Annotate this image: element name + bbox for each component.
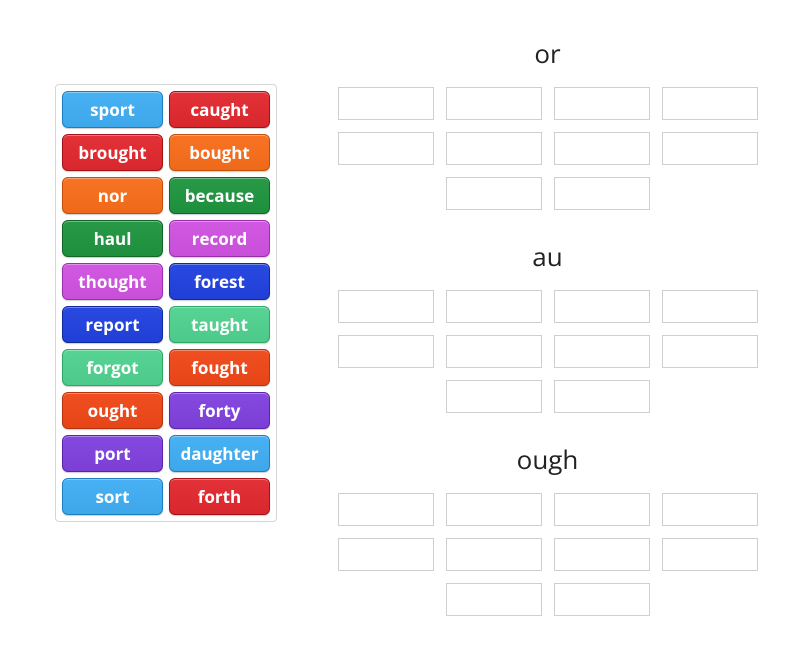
- word-tile[interactable]: forest: [169, 263, 270, 300]
- drop-slot[interactable]: [554, 493, 650, 526]
- drop-slot[interactable]: [446, 493, 542, 526]
- drop-slot[interactable]: [554, 290, 650, 323]
- drop-slot[interactable]: [662, 132, 758, 165]
- drop-slot[interactable]: [554, 380, 650, 413]
- word-bank: sportcaughtbroughtboughtnorbecausehaulre…: [55, 84, 277, 522]
- word-tile[interactable]: because: [169, 177, 270, 214]
- drop-slot[interactable]: [554, 132, 650, 165]
- categories-area: or au ough: [315, 30, 780, 634]
- drop-slot[interactable]: [554, 177, 650, 210]
- drop-grid: [315, 290, 780, 413]
- drop-slot[interactable]: [338, 493, 434, 526]
- drop-slot[interactable]: [662, 538, 758, 571]
- word-tile[interactable]: nor: [62, 177, 163, 214]
- drop-slot[interactable]: [338, 132, 434, 165]
- word-tile[interactable]: forth: [169, 478, 270, 515]
- word-tile[interactable]: bought: [169, 134, 270, 171]
- word-tile[interactable]: sort: [62, 478, 163, 515]
- word-tile[interactable]: forgot: [62, 349, 163, 386]
- drop-slot[interactable]: [446, 380, 542, 413]
- category-title: ough: [315, 441, 780, 477]
- word-tile[interactable]: report: [62, 306, 163, 343]
- word-tile[interactable]: ought: [62, 392, 163, 429]
- word-tile[interactable]: daughter: [169, 435, 270, 472]
- word-tile[interactable]: caught: [169, 91, 270, 128]
- drop-slot[interactable]: [446, 538, 542, 571]
- word-tile[interactable]: taught: [169, 306, 270, 343]
- drop-slot[interactable]: [662, 493, 758, 526]
- drop-slot[interactable]: [662, 335, 758, 368]
- drop-grid: [315, 87, 780, 210]
- word-tile[interactable]: forty: [169, 392, 270, 429]
- drop-slot[interactable]: [554, 87, 650, 120]
- drop-slot[interactable]: [338, 87, 434, 120]
- drop-grid: [315, 493, 780, 616]
- drop-slot[interactable]: [554, 335, 650, 368]
- word-tile[interactable]: fought: [169, 349, 270, 386]
- drop-slot[interactable]: [662, 87, 758, 120]
- word-tile[interactable]: thought: [62, 263, 163, 300]
- category-title: au: [315, 238, 780, 274]
- word-tile[interactable]: record: [169, 220, 270, 257]
- drop-slot[interactable]: [338, 335, 434, 368]
- sorting-activity: sportcaughtbroughtboughtnorbecausehaulre…: [0, 0, 800, 654]
- drop-slot[interactable]: [338, 538, 434, 571]
- word-tile[interactable]: sport: [62, 91, 163, 128]
- drop-slot[interactable]: [446, 132, 542, 165]
- word-tile[interactable]: brought: [62, 134, 163, 171]
- drop-slot[interactable]: [446, 177, 542, 210]
- drop-slot[interactable]: [446, 290, 542, 323]
- word-tile[interactable]: port: [62, 435, 163, 472]
- category-title: or: [315, 35, 780, 71]
- drop-slot[interactable]: [338, 290, 434, 323]
- word-tile[interactable]: haul: [62, 220, 163, 257]
- drop-slot[interactable]: [446, 87, 542, 120]
- drop-slot[interactable]: [662, 290, 758, 323]
- drop-slot[interactable]: [446, 335, 542, 368]
- drop-slot[interactable]: [554, 538, 650, 571]
